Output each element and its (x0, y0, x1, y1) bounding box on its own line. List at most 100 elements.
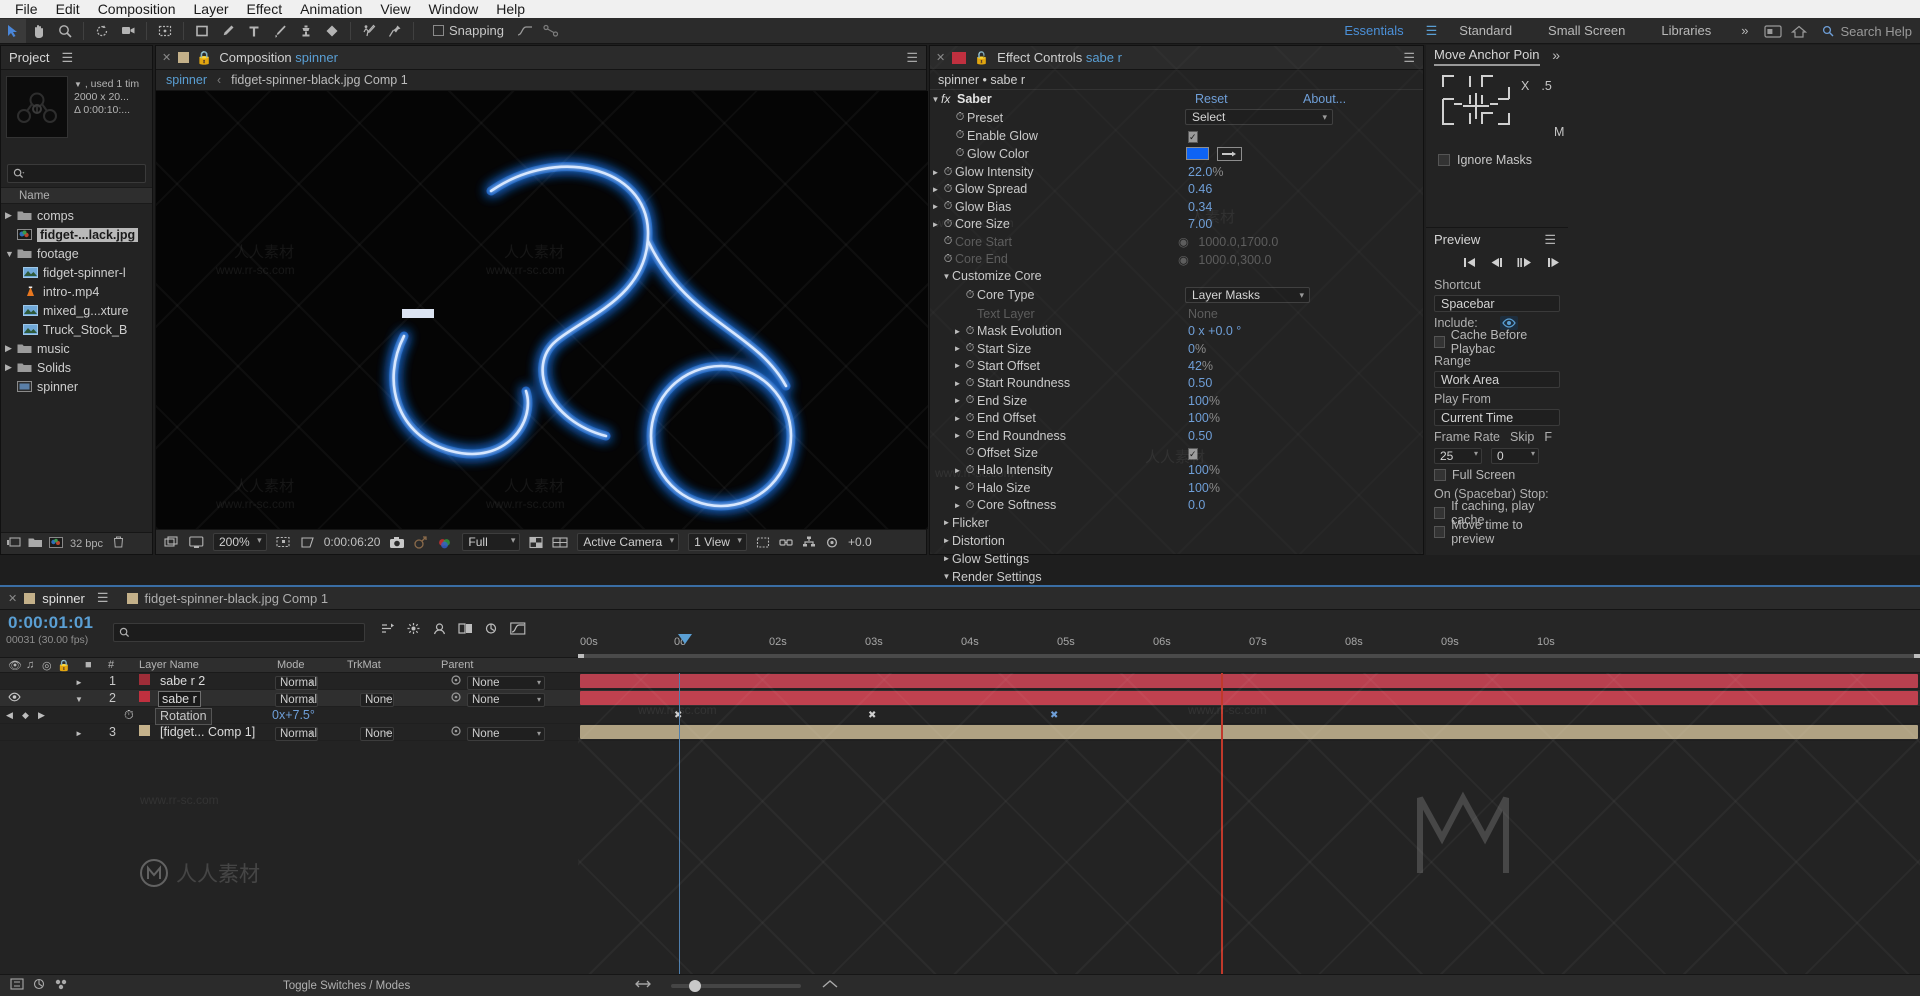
about-link[interactable]: About... (1303, 92, 1346, 106)
full-screen-checkbox[interactable] (1434, 468, 1446, 481)
twirl-icon[interactable]: ▶ (5, 343, 17, 354)
fx-row-end-size[interactable]: ► ⏱ End Size 100% (930, 392, 1423, 409)
twirl-icon[interactable]: ► (952, 466, 963, 475)
close-icon[interactable]: ✕ (8, 592, 17, 605)
fx-group-flicker[interactable]: ► Flicker (930, 514, 1423, 532)
clone-stamp-tool-icon[interactable] (293, 19, 319, 43)
adobe-stock-icon[interactable] (1760, 19, 1786, 43)
layer-mode-select[interactable]: Normal (275, 676, 319, 690)
parent-pickwhip-icon[interactable] (450, 674, 462, 691)
menu-item-edit[interactable]: Edit (47, 0, 89, 18)
frame-blending-icon[interactable] (458, 622, 473, 638)
layer-bar-1[interactable] (580, 674, 1918, 688)
timeline-zoom-slider-thumb[interactable] (689, 979, 702, 992)
keyframe-marker[interactable]: ✖ (868, 710, 876, 721)
timeline-zoom-slider[interactable] (671, 979, 802, 992)
skip-select[interactable]: 0 (1491, 447, 1539, 464)
property-value[interactable]: 0x+7.5° (272, 707, 315, 724)
motion-blur-icon[interactable] (484, 622, 499, 638)
menu-item-help[interactable]: Help (487, 0, 534, 18)
menu-item-file[interactable]: File (6, 0, 47, 18)
stopwatch-icon[interactable]: ⏱ (963, 429, 977, 442)
layer-parent-select[interactable]: None (467, 726, 545, 741)
fx-row-core-type[interactable]: ⏱ Core Type Layer Masks (930, 285, 1423, 305)
col-number[interactable]: # (108, 659, 114, 671)
stopwatch-icon[interactable]: ⏱ (963, 342, 977, 355)
twirl-icon[interactable]: ► (952, 327, 963, 336)
stopwatch-icon[interactable]: ⏱ (963, 446, 977, 459)
project-row-truck-stock[interactable]: Truck_Stock_B (1, 320, 152, 339)
project-row-comps[interactable]: ▶ comps (1, 206, 152, 225)
zoom-level-select[interactable]: 200% (213, 533, 267, 551)
previous-frame-icon[interactable] (1490, 256, 1503, 271)
twirl-icon[interactable]: ► (941, 518, 952, 527)
effect-header-saber[interactable]: ▼ fx Saber Reset About... (930, 90, 1423, 108)
col-layer-name[interactable]: Layer Name (139, 659, 199, 671)
menu-item-view[interactable]: View (371, 0, 419, 18)
fx-row-halo-intensity[interactable]: ► ⏱ Halo Intensity 100% (930, 462, 1423, 479)
transparency-grid-icon[interactable] (529, 536, 543, 549)
stopwatch-icon[interactable]: ⏱ (963, 412, 977, 425)
fx-value[interactable]: 7.00 (1188, 217, 1212, 231)
fx-value[interactable]: 0% (1188, 342, 1206, 356)
project-row-spinner-comp[interactable]: spinner (1, 377, 152, 396)
new-folder-icon[interactable] (28, 537, 42, 551)
project-row-mixed-texture[interactable]: mixed_g...xture (1, 301, 152, 320)
lock-icon[interactable]: 🔓 (974, 51, 989, 65)
cache-checkbox[interactable] (1434, 335, 1445, 348)
offset-size-checkbox[interactable]: ✓ (1188, 447, 1198, 460)
brainstorm-icon[interactable] (54, 978, 68, 993)
composition-panel-menu-icon[interactable]: ☰ (906, 50, 918, 66)
layer-bar-3[interactable] (580, 725, 1918, 739)
project-settings-icon[interactable] (49, 536, 63, 551)
parent-pickwhip-icon[interactable] (450, 725, 462, 742)
3d-view-icon[interactable] (552, 536, 568, 549)
pixel-aspect-icon[interactable] (756, 536, 770, 549)
fx-value[interactable]: 100% (1188, 463, 1220, 477)
pen-tool-icon[interactable] (215, 19, 241, 43)
frame-rate-select[interactable]: 25 (1434, 447, 1482, 464)
workspace-standard[interactable]: Standard (1441, 18, 1530, 44)
stopwatch-icon[interactable]: ⏱ (963, 481, 977, 494)
glow-color-swatch[interactable] (1186, 147, 1209, 161)
timeline-link-icon[interactable] (779, 536, 793, 549)
stopwatch-icon[interactable]: ⏱ (963, 289, 977, 302)
home-icon[interactable] (1786, 19, 1812, 43)
stopwatch-icon[interactable]: ⏱ (963, 464, 977, 477)
stopwatch-icon[interactable]: ⏱ (941, 183, 955, 196)
current-time-display[interactable]: 0:00:01:01 (8, 613, 93, 633)
menu-item-animation[interactable]: Animation (291, 0, 371, 18)
timeline-ruler[interactable]: 00s 0с 02s 03s 04s 05s 06s 07s 08s 09s 1… (578, 610, 1920, 659)
show-snapshot-icon[interactable] (414, 535, 428, 549)
if-caching-checkbox[interactable] (1434, 506, 1446, 519)
anchor-xy-values[interactable]: X .5 (1521, 79, 1552, 93)
fx-row-core-softness[interactable]: ► ⏱ Core Softness 0.0 (930, 496, 1423, 513)
fx-row-enable-glow[interactable]: ⏱ Enable Glow ✓ (930, 127, 1423, 144)
fx-value[interactable]: 22.0% (1188, 165, 1223, 179)
camera-tool-icon[interactable] (115, 19, 141, 43)
reset-link[interactable]: Reset (1195, 92, 1228, 106)
fx-row-end-offset[interactable]: ► ⏱ End Offset 100% (930, 409, 1423, 426)
layer-name[interactable]: sabe r (158, 691, 201, 707)
menu-item-effect[interactable]: Effect (238, 0, 292, 18)
project-row-intro-mp4[interactable]: intro-.mp4 (1, 282, 152, 301)
stopwatch-icon[interactable]: ⏱ (941, 218, 955, 231)
fx-value[interactable]: 100% (1188, 394, 1220, 408)
play-from-select[interactable]: Current Time (1434, 409, 1560, 426)
parent-pickwhip-icon[interactable] (450, 691, 462, 708)
comp-flowchart-icon[interactable] (10, 978, 24, 993)
reset-exposure-icon[interactable] (825, 536, 839, 549)
graph-editor-icon[interactable] (512, 19, 538, 43)
twirl-icon[interactable]: ▶ (5, 210, 17, 221)
timeline-zoom-out-icon[interactable] (635, 978, 652, 993)
eraser-tool-icon[interactable] (319, 19, 345, 43)
motion-blur-toggle-icon[interactable] (32, 978, 46, 993)
stopwatch-icon[interactable]: ⏱ (941, 200, 955, 213)
stopwatch-icon[interactable]: ⏱ (953, 129, 967, 142)
region-of-interest-icon[interactable] (300, 536, 315, 549)
col-parent[interactable]: Parent (441, 659, 473, 671)
fx-value[interactable]: 42% (1188, 359, 1213, 373)
stopwatch-icon[interactable]: ⏱ (963, 394, 977, 407)
preview-panel-menu-icon[interactable]: ☰ (1544, 232, 1556, 248)
ignore-masks-checkbox[interactable] (1438, 154, 1450, 166)
